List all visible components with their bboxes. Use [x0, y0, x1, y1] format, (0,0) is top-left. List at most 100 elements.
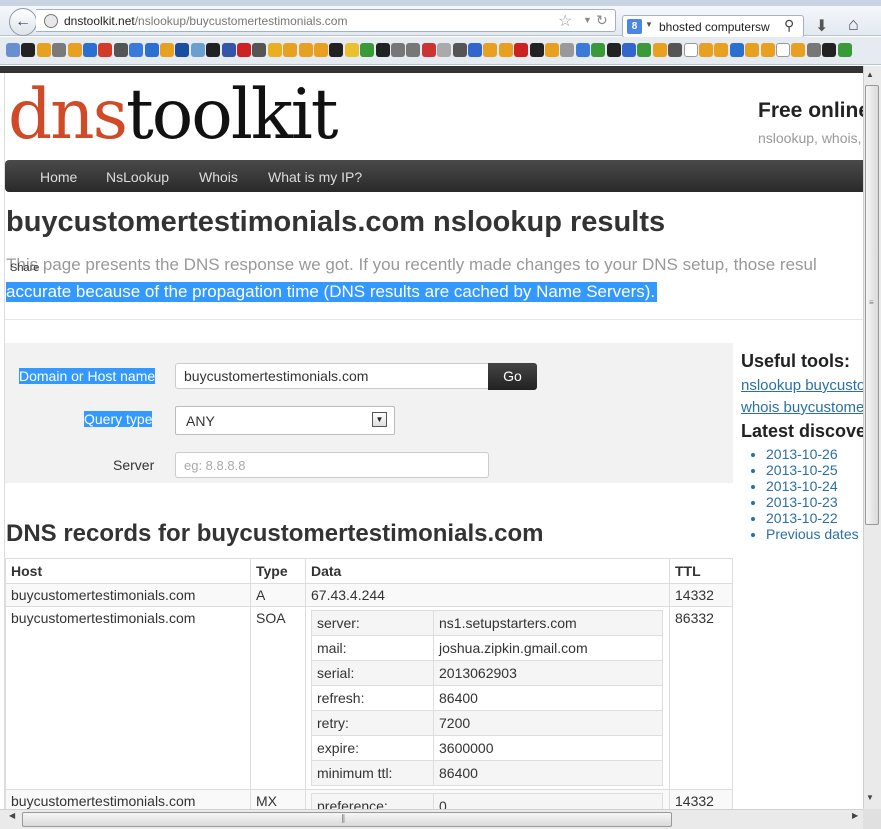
date-link[interactable]: 2013-10-22 [766, 510, 863, 526]
bookmark-icon[interactable] [21, 43, 36, 57]
bookmark-icon[interactable] [637, 43, 652, 57]
horizontal-scroll-thumb[interactable]: ∥ [22, 812, 672, 827]
bookmark-icon[interactable] [144, 43, 159, 57]
back-button[interactable]: ← [9, 8, 37, 36]
bookmark-icon[interactable] [206, 43, 221, 57]
bookmark-icon[interactable] [175, 43, 190, 57]
bookmark-icon[interactable] [560, 43, 575, 57]
nav-what-is-my-ip[interactable]: What is my IP? [268, 169, 362, 185]
bookmark-icon[interactable] [745, 43, 760, 57]
query-type-label: Query type [84, 411, 153, 427]
vertical-scroll-thumb[interactable]: ≡ [865, 85, 879, 525]
bookmark-icon[interactable] [760, 43, 775, 57]
bookmark-icon[interactable] [452, 43, 467, 57]
date-link[interactable]: 2013-10-23 [766, 494, 863, 510]
bookmark-icon[interactable] [83, 43, 97, 57]
bookmark-icon[interactable] [421, 43, 436, 57]
query-type-select[interactable]: ANY ▼ [175, 406, 395, 435]
bookmark-icon[interactable] [683, 43, 698, 57]
select-arrow-icon[interactable]: ▼ [372, 412, 387, 427]
engine-dropdown-icon[interactable]: ▼ [645, 20, 653, 29]
bookmark-icon[interactable] [329, 43, 344, 57]
mx-ttl: 14332 [669, 789, 733, 809]
bookmark-icon[interactable] [283, 43, 298, 57]
bookmark-icon[interactable] [606, 43, 621, 57]
bookmark-icon[interactable] [375, 43, 390, 57]
domain-input[interactable]: buycustomertestimonials.com [175, 363, 489, 389]
bookmark-icon[interactable] [160, 43, 174, 57]
scroll-down-icon[interactable]: ▼ [866, 793, 874, 802]
bookmark-icon[interactable] [498, 43, 513, 57]
bookmark-icon[interactable] [252, 43, 267, 57]
share-label[interactable]: Share [10, 262, 39, 274]
bookmark-icon[interactable] [298, 43, 313, 57]
soa-key: server: [311, 610, 434, 636]
grip-icon: ∥ [341, 813, 346, 823]
site-logo[interactable]: dnstoolkit [8, 77, 339, 153]
bookmark-icon[interactable] [468, 43, 482, 57]
bookmark-icon[interactable] [221, 43, 236, 57]
bookmark-icon[interactable] [113, 43, 128, 57]
bookmark-icon[interactable] [190, 43, 205, 57]
download-icon[interactable]: ⬇ [815, 16, 828, 36]
bookmark-icon[interactable] [391, 43, 405, 57]
nav-whois[interactable]: Whois [199, 169, 238, 185]
bookmark-icon[interactable] [791, 43, 806, 57]
bookmark-icon[interactable] [776, 43, 790, 57]
soa-row: refresh: 86400 [311, 685, 663, 711]
nav-nslookup[interactable]: NsLookup [106, 169, 169, 185]
bookmark-icon[interactable] [591, 43, 606, 57]
date-link[interactable]: 2013-10-26 [766, 446, 863, 462]
date-link[interactable]: 2013-10-24 [766, 478, 863, 494]
scroll-left-icon[interactable]: ◀ [9, 811, 15, 820]
history-dropdown-icon[interactable]: ▼ [583, 15, 592, 25]
bookmark-icon[interactable] [545, 43, 559, 57]
bookmark-icon[interactable] [514, 43, 529, 57]
sidebar-link-whois[interactable]: whois buycustome [741, 399, 863, 416]
bookmark-icon[interactable] [652, 43, 667, 57]
bookmark-icon[interactable] [837, 43, 852, 57]
table-row: buycustomertestimonials.com MX preferenc… [5, 789, 733, 809]
url-bar[interactable]: dnstoolkit.net/nslookup/buycustomertesti… [36, 9, 616, 32]
bookmark-icon[interactable] [6, 43, 20, 57]
search-engine-icon[interactable]: 8 [627, 19, 642, 34]
magnifier-icon[interactable]: ⚲ [784, 17, 794, 34]
home-icon[interactable]: ⌂ [848, 14, 859, 35]
bookmark-icon[interactable] [98, 43, 113, 57]
bookmark-icon[interactable] [36, 43, 51, 57]
bookmark-icon[interactable] [529, 43, 544, 57]
bookmark-icon[interactable] [714, 43, 729, 57]
bookmark-icon[interactable] [483, 43, 498, 57]
bookmark-icon[interactable] [668, 43, 683, 57]
bookmark-icon[interactable] [622, 43, 636, 57]
bookmark-icon[interactable] [267, 43, 282, 57]
bookmark-icon[interactable] [360, 43, 375, 57]
bookmark-icon[interactable] [314, 43, 328, 57]
server-input[interactable]: eg: 8.8.8.8 [175, 452, 489, 478]
bookmark-icon[interactable] [699, 43, 713, 57]
bookmark-icon[interactable] [129, 43, 144, 57]
nav-home[interactable]: Home [40, 169, 77, 185]
previous-dates-link[interactable]: Previous dates [766, 526, 863, 542]
date-link[interactable]: 2013-10-25 [766, 462, 863, 478]
bookmark-icon[interactable] [67, 43, 82, 57]
bookmark-icon[interactable] [406, 43, 421, 57]
star-icon[interactable]: ☆ [558, 11, 572, 31]
bookmark-icon[interactable] [822, 43, 837, 57]
sidebar-link-nslookup[interactable]: nslookup buycusto [741, 377, 863, 394]
table-row: buycustomertestimonials.com A 67.43.4.24… [5, 583, 733, 607]
bookmark-icon[interactable] [344, 43, 359, 57]
col-type: Type [250, 558, 306, 584]
go-button[interactable]: Go [488, 363, 537, 390]
soa-detail-table: server: ns1.setupstarters.com mail: joshua… [311, 610, 663, 786]
scroll-right-icon[interactable]: ▶ [852, 811, 858, 820]
bookmark-icon[interactable] [806, 43, 821, 57]
bookmark-icon[interactable] [437, 43, 452, 57]
bookmark-icon[interactable] [52, 43, 67, 57]
bookmark-icon[interactable] [575, 43, 590, 57]
search-box[interactable]: 8 ▼ bhosted computersw ⚲ [622, 15, 804, 38]
scroll-up-icon[interactable]: ▲ [866, 70, 874, 79]
reload-icon[interactable]: ↻ [596, 12, 608, 29]
bookmark-icon[interactable] [237, 43, 251, 57]
bookmark-icon[interactable] [729, 43, 744, 57]
